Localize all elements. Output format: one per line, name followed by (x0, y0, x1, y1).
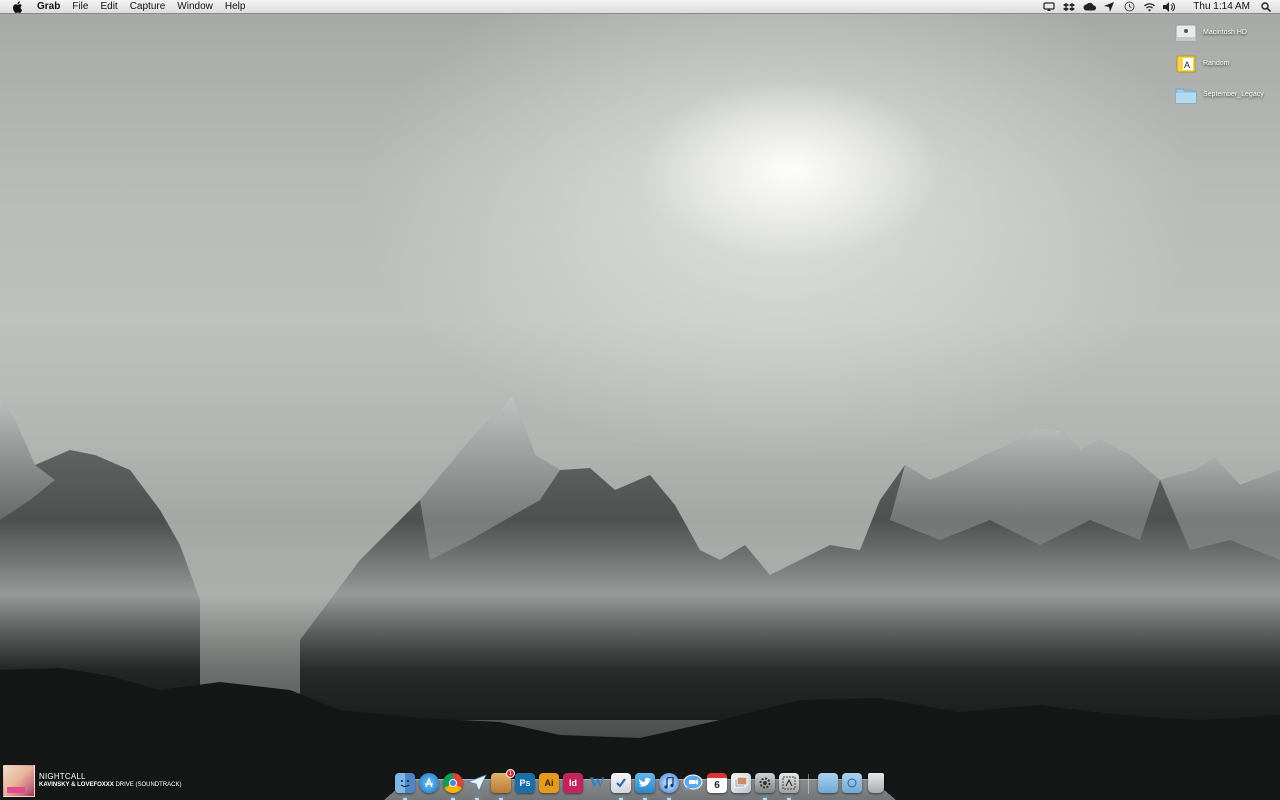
desktop-wallpaper (0, 0, 1280, 800)
desktop-icon-macintosh-hd[interactable]: Macintosh HD (1170, 20, 1280, 46)
dock-trash[interactable] (865, 772, 887, 794)
dock-applications-stack[interactable] (817, 772, 839, 794)
app-store-icon (419, 773, 439, 793)
itunes-note-icon (659, 773, 679, 793)
indesign-icon: Id (563, 773, 583, 793)
trash-icon (868, 773, 884, 793)
time-machine-icon[interactable] (1121, 0, 1137, 14)
airplay-icon[interactable] (1041, 0, 1057, 14)
menu-window[interactable]: Window (171, 0, 219, 14)
menu-help[interactable]: Help (219, 0, 252, 14)
applications-folder-icon (818, 773, 838, 793)
dock-finder[interactable] (394, 772, 416, 800)
dock-indesign[interactable]: Id (562, 772, 584, 794)
dock-separator (808, 774, 809, 794)
album-art (3, 765, 35, 797)
photoshop-icon: Ps (515, 773, 535, 793)
checkbox-icon (611, 773, 631, 793)
hard-drive-icon (1174, 22, 1198, 44)
wifi-icon[interactable] (1141, 0, 1157, 14)
dock-twitter[interactable] (634, 772, 656, 800)
apple-menu-icon[interactable] (12, 0, 24, 13)
document-icon: A (1174, 53, 1198, 75)
menu-capture[interactable]: Capture (124, 0, 172, 14)
downloads-folder-icon (842, 773, 862, 793)
dock-facetime[interactable] (682, 772, 704, 794)
illustrator-icon: Ai (539, 773, 559, 793)
status-menus: Thu 1:14 AM (1039, 0, 1280, 14)
dock-preview[interactable] (730, 772, 752, 794)
cloud-icon[interactable] (1081, 0, 1097, 14)
word-icon: W (589, 774, 605, 791)
track-artist: KAVINSKY & LOVEFOXXX (39, 782, 114, 788)
dock-grab[interactable] (778, 772, 800, 800)
track-subtitle: KAVINSKY & LOVEFOXXX DRIVE (SOUNDTRACK) (39, 781, 181, 790)
desktop-icon-label: Macintosh HD (1203, 29, 1247, 36)
dock-downloads-stack[interactable] (841, 772, 863, 794)
chat-bubble-icon (683, 773, 703, 793)
spotlight-search-icon[interactable] (1258, 0, 1274, 14)
track-info: NIGHTCALL KAVINSKY & LOVEFOXXX DRIVE (SO… (39, 772, 181, 790)
track-title: NIGHTCALL (39, 772, 86, 781)
dock-chrome[interactable] (442, 772, 464, 800)
dock-system-preferences[interactable] (754, 772, 776, 800)
dock-illustrator[interactable]: Ai (538, 772, 560, 794)
menu-clock[interactable]: Thu 1:14 AM (1193, 1, 1250, 12)
menu-edit[interactable]: Edit (94, 0, 123, 14)
dock-app-store[interactable] (418, 772, 440, 794)
dock-itunes[interactable] (658, 772, 680, 800)
calendar-icon: 6 (707, 773, 727, 793)
mountain-range-image (0, 395, 1280, 800)
paper-plane-icon (467, 773, 487, 793)
desktop-icon-september-legacy[interactable]: September_Legacy (1170, 82, 1280, 108)
dock: 1 Ps Ai Id W 6 (394, 766, 889, 800)
desktop-icon-label: Random (1203, 60, 1230, 67)
dock-photoshop[interactable]: Ps (514, 772, 536, 794)
gear-icon (755, 773, 775, 793)
folder-icon (1174, 84, 1198, 106)
grab-camera-icon (779, 773, 799, 793)
dock-sparrow[interactable] (466, 772, 488, 800)
track-album: DRIVE (SOUNDTRACK) (115, 782, 182, 788)
dock-calendar[interactable]: 6 (706, 772, 728, 794)
now-playing-widget[interactable]: NIGHTCALL KAVINSKY & LOVEFOXXX DRIVE (SO… (3, 765, 181, 797)
menu-bar: Grab File Edit Capture Window Help Thu 1… (0, 0, 1280, 14)
desktop-icon-label: September_Legacy (1203, 91, 1264, 98)
twitter-bird-icon (635, 773, 655, 793)
desktop-icon-random[interactable]: A Random (1170, 51, 1280, 77)
menu-file[interactable]: File (66, 0, 94, 14)
preview-photos-icon (731, 773, 751, 793)
chrome-icon (443, 773, 463, 793)
dock-package-app[interactable]: 1 (490, 769, 515, 800)
dock-tasks[interactable] (610, 772, 632, 800)
location-arrow-icon[interactable] (1101, 0, 1117, 14)
volume-icon[interactable] (1161, 0, 1177, 14)
svg-text:A: A (1184, 60, 1190, 70)
finder-icon (395, 773, 415, 793)
dropbox-icon[interactable] (1061, 0, 1077, 14)
dock-word[interactable]: W (586, 772, 608, 794)
app-menu-grab[interactable]: Grab (35, 0, 66, 14)
